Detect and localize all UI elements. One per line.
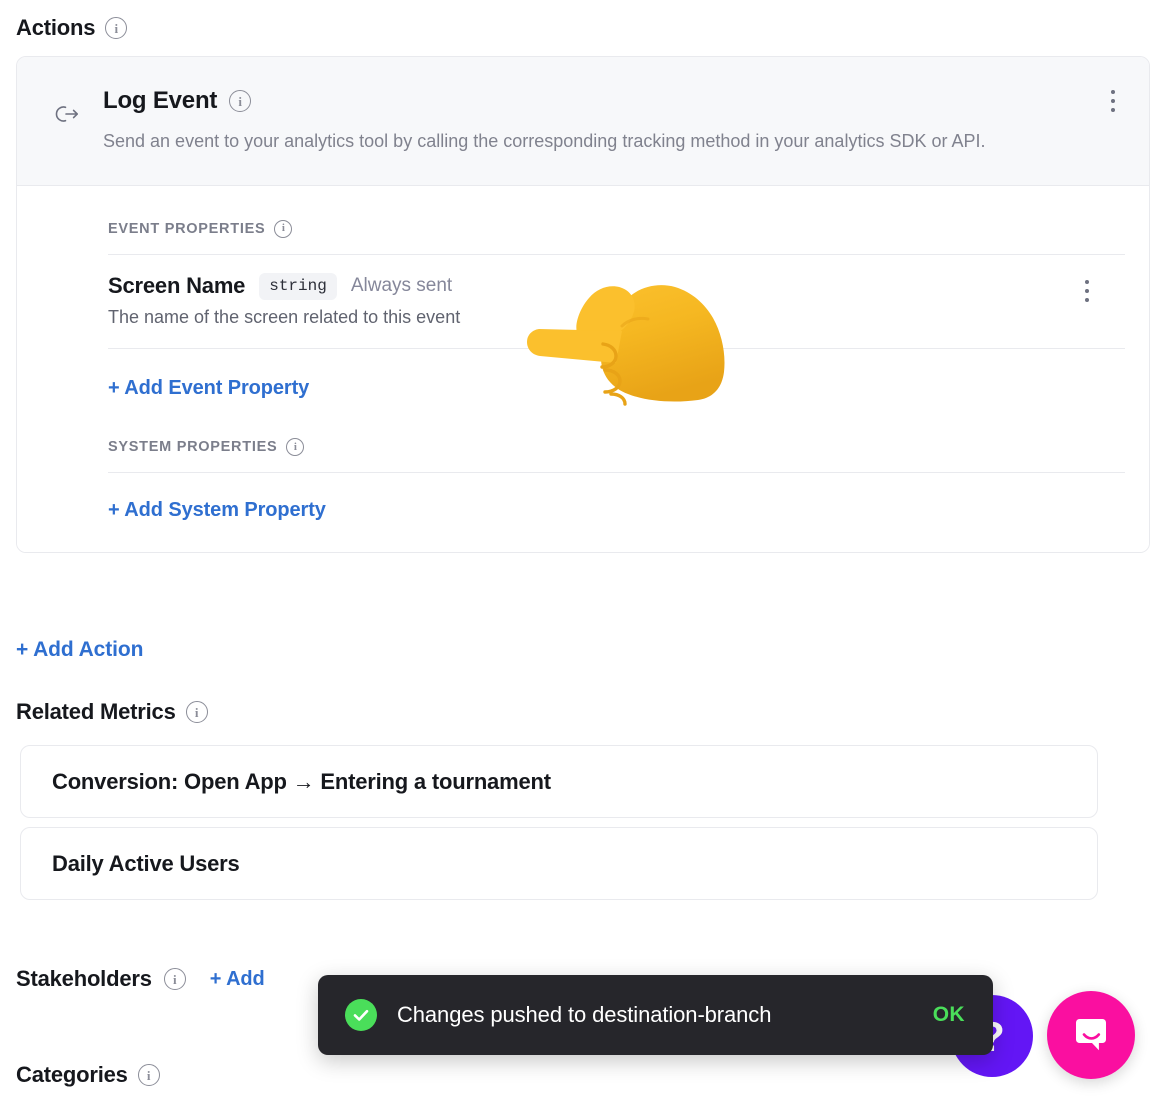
add-stakeholder-button[interactable]: + Add — [210, 968, 265, 991]
chat-launcher-button[interactable] — [1047, 991, 1135, 1079]
action-card-menu-button[interactable] — [1099, 83, 1127, 119]
info-icon[interactable]: i — [229, 90, 252, 112]
related-metric-label: Conversion: Open App → Entering a tourna… — [52, 768, 551, 794]
action-card-header-body: Log Event i Send an event to your analyt… — [103, 87, 1125, 157]
info-icon[interactable]: i — [137, 1064, 160, 1086]
info-icon[interactable]: i — [163, 968, 186, 990]
toast-notification: Changes pushed to destination-branch OK — [318, 975, 993, 1055]
intercom-chat-icon — [1076, 1019, 1106, 1051]
action-card-body: EVENT PROPERTIES i Screen Name string Al… — [17, 185, 1149, 553]
actions-title: Actions — [16, 15, 96, 40]
system-properties-label: SYSTEM PROPERTIES — [108, 439, 278, 456]
event-property-send-rule: Always sent — [350, 275, 453, 297]
action-title: Log Event — [103, 87, 218, 114]
event-property-type-badge: string — [259, 272, 337, 301]
related-metric-label: Daily Active Users — [52, 850, 240, 876]
event-property-row[interactable]: Screen Name string Always sent The name … — [108, 255, 1125, 350]
info-icon[interactable]: i — [185, 701, 208, 723]
action-card: Log Event i Send an event to your analyt… — [16, 56, 1150, 554]
actions-section-heading: Actions i — [16, 15, 128, 41]
add-action-button[interactable]: + Add Action — [16, 638, 143, 662]
related-metrics-list: Conversion: Open App → Entering a tourna… — [20, 745, 1098, 909]
kebab-dot — [1111, 99, 1115, 103]
event-properties-label: EVENT PROPERTIES — [108, 220, 266, 237]
stakeholders-title: Stakeholders — [16, 966, 152, 991]
info-icon[interactable]: i — [105, 17, 128, 39]
categories-heading: Categories i — [16, 1062, 160, 1088]
kebab-dot — [1085, 297, 1089, 302]
kebab-dot — [1111, 108, 1115, 112]
stakeholders-heading: Stakeholders i + Add — [16, 966, 265, 992]
related-metrics-heading: Related Metrics i — [16, 699, 208, 725]
page-root: Actions i Log Event i Send an event to y… — [0, 0, 1166, 1110]
divider — [108, 472, 1125, 474]
action-card-header: Log Event i Send an event to your analyt… — [17, 57, 1149, 186]
categories-title: Categories — [16, 1062, 128, 1087]
log-event-arrow-icon — [55, 101, 81, 127]
event-properties-label-row: EVENT PROPERTIES i — [108, 186, 1125, 238]
event-property-description: The name of the screen related to this e… — [108, 307, 461, 328]
system-properties-label-row: SYSTEM PROPERTIES i — [108, 400, 1125, 457]
related-metric-card[interactable]: Conversion: Open App → Entering a tourna… — [20, 745, 1098, 818]
check-circle-icon — [345, 999, 377, 1031]
add-system-property-button[interactable]: + Add System Property — [108, 499, 326, 522]
action-description: Send an event to your analytics tool by … — [103, 131, 986, 151]
add-event-property-button[interactable]: + Add Event Property — [108, 377, 309, 400]
info-icon[interactable]: i — [274, 219, 293, 238]
kebab-dot — [1085, 279, 1089, 284]
action-title-row: Log Event i — [103, 87, 1125, 115]
info-icon[interactable]: i — [286, 438, 305, 457]
toast-ok-button[interactable]: OK — [933, 1003, 965, 1027]
event-property-menu-button[interactable] — [1073, 273, 1101, 309]
kebab-dot — [1111, 90, 1115, 94]
toast-message: Changes pushed to destination-branch — [397, 1002, 772, 1027]
kebab-dot — [1085, 288, 1089, 293]
event-property-row-main: Screen Name string Always sent — [108, 272, 1125, 301]
related-metric-card[interactable]: Daily Active Users — [20, 827, 1098, 900]
event-property-name: Screen Name — [108, 273, 246, 299]
related-metrics-title: Related Metrics — [16, 699, 176, 724]
